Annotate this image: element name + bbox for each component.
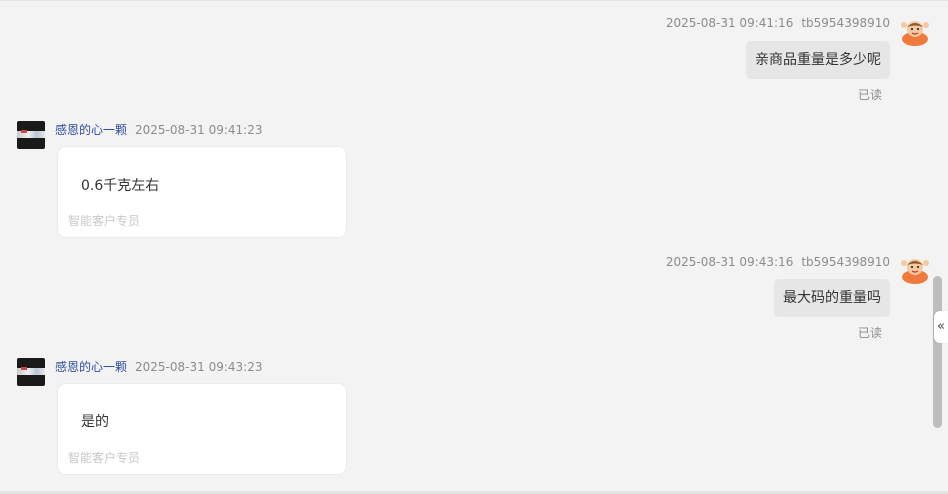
agent-avatar[interactable] (17, 358, 45, 386)
agent-role-tag: 智能客户专员 (68, 451, 141, 465)
agent-name[interactable]: 感恩的心一颗 (55, 123, 127, 137)
message-time: 2025-08-31 09:43:16 (665, 255, 794, 269)
sent-message-meta: 2025-08-31 09:43:16 tb5954398910 (666, 255, 890, 269)
agent-avatar[interactable] (17, 121, 45, 149)
received-message-meta: 感恩的心一颗 2025-08-31 09:41:23 (55, 121, 262, 138)
message-time: 2025-08-31 09:41:16 (665, 16, 794, 30)
message-time: 2025-08-31 09:41:23 (135, 123, 263, 137)
sender-username[interactable]: tb5954398910 (801, 255, 890, 269)
received-message-text: 是的 (81, 414, 109, 430)
received-message-card[interactable]: 0.6千克左右 智能客户专员 (57, 146, 347, 238)
read-status: 已读 (857, 88, 882, 102)
agent-role-tag: 智能客户专员 (68, 214, 141, 228)
sent-message-meta: 2025-08-31 09:41:16 tb5954398910 (666, 16, 890, 30)
collapse-panel-icon[interactable]: « (934, 311, 948, 343)
message-time: 2025-08-31 09:43:23 (135, 360, 263, 374)
received-message-card[interactable]: 是的 智能客户专员 (57, 383, 347, 475)
customer-avatar-icon[interactable] (900, 16, 930, 46)
received-message-meta: 感恩的心一颗 2025-08-31 09:43:23 (55, 358, 262, 375)
scrollbar-thumb[interactable] (933, 276, 942, 428)
read-status: 已读 (857, 326, 882, 340)
customer-avatar-icon[interactable] (900, 254, 930, 284)
sent-message-bubble[interactable]: 亲商品重量是多少呢 (746, 41, 890, 79)
chat-message-list[interactable]: 2025-08-31 09:41:16 tb5954398910 亲商品重量是多少… (0, 0, 948, 494)
sender-username[interactable]: tb5954398910 (801, 16, 890, 30)
received-message-text: 0.6千克左右 (81, 178, 160, 194)
agent-name[interactable]: 感恩的心一颗 (55, 360, 127, 374)
sent-message-bubble[interactable]: 最大码的重量吗 (774, 279, 890, 317)
